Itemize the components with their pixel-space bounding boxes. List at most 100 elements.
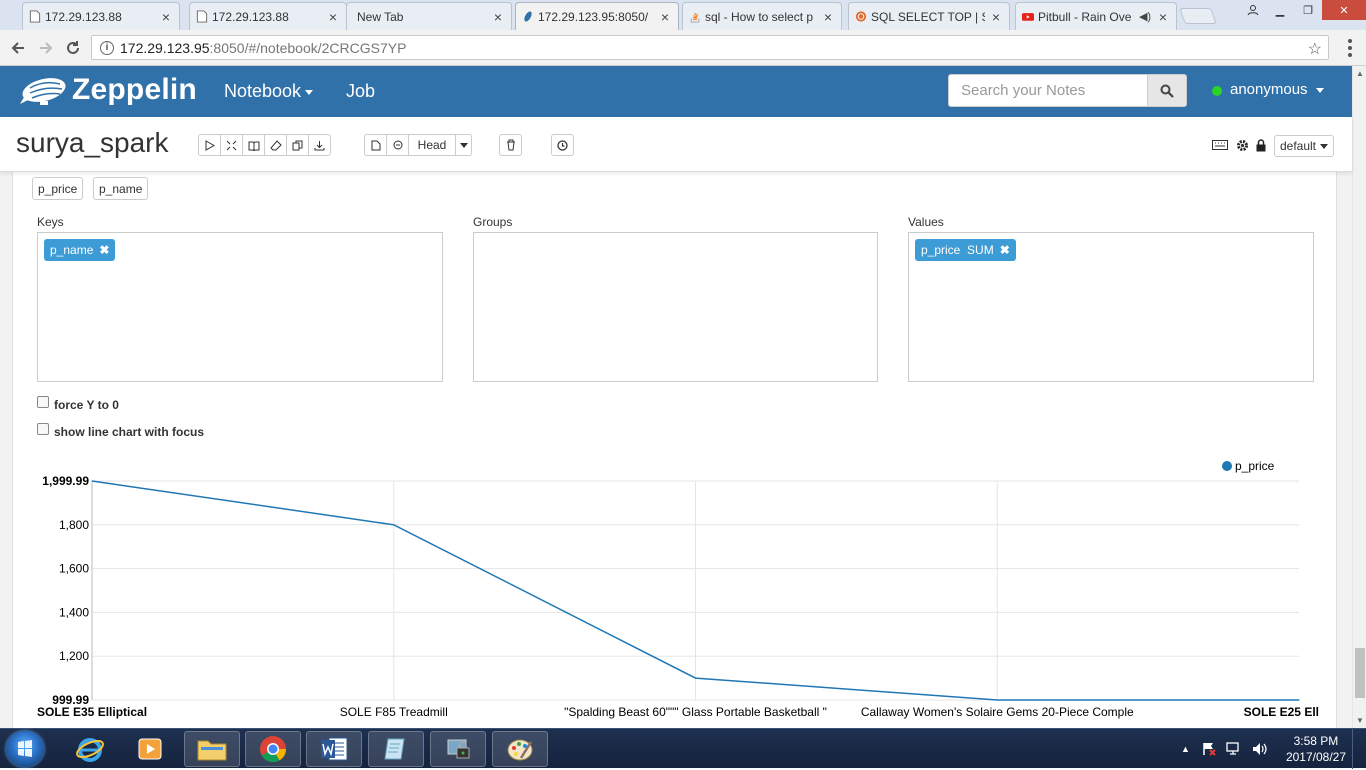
keyboard-icon[interactable]: [1212, 140, 1228, 150]
clone-button[interactable]: [286, 134, 309, 156]
caret-down-icon: [1320, 143, 1329, 149]
close-icon[interactable]: ×: [326, 9, 340, 25]
bookmark-star-icon[interactable]: ☆: [1308, 39, 1322, 59]
download-icon: [314, 140, 325, 150]
internet-explorer-icon[interactable]: [62, 731, 118, 767]
scroll-down-icon[interactable]: ▼: [1356, 716, 1364, 725]
revision-button[interactable]: [386, 134, 409, 156]
browser-menu-icon[interactable]: [1342, 39, 1358, 57]
user-name: anonymous: [1230, 81, 1308, 98]
job-menu[interactable]: Job: [346, 81, 375, 102]
trash-icon: [506, 139, 515, 151]
interpreter-label: default: [1279, 139, 1317, 153]
back-icon[interactable]: [7, 37, 29, 59]
close-icon[interactable]: ×: [989, 9, 1003, 25]
windows-taskbar: ▲ 3:58 PM 2017/08/27: [0, 728, 1366, 769]
commit-button[interactable]: [364, 134, 387, 156]
line-chart[interactable]: 999.991,2001,4001,6001,8001,999.99SOLE E…: [13, 172, 1338, 728]
notebook-header: surya_spark Head default: [0, 117, 1352, 172]
zeppelin-logo-icon[interactable]: [16, 74, 68, 110]
forward-icon[interactable]: [35, 37, 57, 59]
paragraph: p_price p_name Keys Groups Values p_name…: [12, 172, 1337, 728]
vpn-icon[interactable]: [430, 731, 486, 767]
x-tick-label: Callaway Women's Solaire Gems 20-Piece C…: [861, 705, 1134, 719]
browser-tab[interactable]: 172.29.123.88 ×: [22, 2, 180, 30]
zeppelin-navbar: Zeppelin Notebook Job Search your Notes …: [0, 66, 1352, 117]
delete-notebook-button[interactable]: [499, 134, 522, 156]
window-controls: ▁ ❐ ✕: [1240, 0, 1366, 20]
gear-icon[interactable]: [1236, 139, 1249, 152]
tab-title: 172.29.123.88: [212, 9, 289, 24]
hide-output-button[interactable]: [242, 134, 265, 156]
file-explorer-icon[interactable]: [184, 731, 240, 767]
close-icon[interactable]: ×: [658, 9, 672, 25]
x-tick-label: "Spalding Beast 60""" Glass Portable Bas…: [564, 705, 827, 719]
browser-tab[interactable]: New Tab ×: [346, 2, 512, 30]
browser-tab[interactable]: Pitbull - Rain Ove ◀) ×: [1015, 2, 1177, 30]
new-tab-button[interactable]: [1179, 8, 1217, 24]
window-close-icon[interactable]: ✕: [1322, 0, 1366, 20]
search-button[interactable]: [1147, 74, 1187, 107]
export-button[interactable]: [308, 134, 331, 156]
browser-tab[interactable]: 172.29.123.88 ×: [189, 2, 347, 30]
y-tick-label: 1,999.99: [42, 474, 89, 488]
notebook-menu[interactable]: Notebook: [224, 81, 314, 102]
show-desktop-button[interactable]: [1352, 729, 1366, 769]
scrollbar-thumb[interactable]: [1355, 648, 1365, 698]
youtube-icon: [1022, 13, 1034, 21]
notebook-menu-label: Notebook: [224, 81, 302, 101]
browser-tab[interactable]: sql - How to select p ×: [682, 2, 842, 30]
action-center-icon[interactable]: [1202, 742, 1216, 756]
notes-icon[interactable]: [368, 731, 424, 767]
revision-dropdown-button[interactable]: [455, 134, 472, 156]
user-menu[interactable]: anonymous: [1230, 81, 1324, 98]
document-icon: [29, 10, 41, 23]
system-clock[interactable]: 3:58 PM 2017/08/27: [1286, 733, 1346, 765]
show-hidden-icons[interactable]: ▲: [1181, 744, 1190, 754]
zeppelin-icon: [524, 11, 532, 22]
version-actions: Head: [364, 134, 472, 156]
lock-icon[interactable]: [1256, 139, 1266, 152]
chrome-icon[interactable]: [245, 731, 301, 767]
maximize-icon[interactable]: ❐: [1294, 0, 1322, 20]
close-icon[interactable]: ×: [159, 9, 173, 25]
info-icon[interactable]: i: [100, 40, 114, 55]
data-point: [695, 677, 696, 679]
browser-tab[interactable]: SQL SELECT TOP | S ×: [848, 2, 1010, 30]
search-input[interactable]: Search your Notes: [948, 74, 1148, 107]
tab-title: Pitbull - Rain Ove: [1038, 9, 1132, 24]
notebook-title[interactable]: surya_spark: [16, 127, 169, 159]
browser-tab-active[interactable]: 172.29.123.95:8050/ ×: [515, 2, 679, 30]
x-tick-label: SOLE E35 Elliptical: [37, 705, 147, 719]
network-icon[interactable]: [1226, 742, 1242, 756]
paint-icon[interactable]: [492, 731, 548, 767]
scroll-up-icon[interactable]: ▲: [1356, 69, 1364, 78]
start-button[interactable]: [6, 731, 44, 767]
schedule-button[interactable]: [551, 134, 574, 156]
address-bar[interactable]: i 172.29.123.95:8050/#/notebook/2CRCGS7Y…: [91, 35, 1329, 60]
media-player-icon[interactable]: [122, 731, 178, 767]
reload-icon[interactable]: [62, 37, 84, 59]
hide-code-button[interactable]: [220, 134, 243, 156]
clear-output-button[interactable]: [264, 134, 287, 156]
speaker-icon[interactable]: ◀): [1138, 10, 1152, 23]
zeppelin-brand[interactable]: Zeppelin: [72, 73, 197, 107]
tab-title: SQL SELECT TOP | S: [871, 9, 985, 24]
caret-down-icon: [459, 142, 468, 148]
interpreter-dropdown[interactable]: default: [1274, 135, 1334, 157]
word-icon[interactable]: [306, 731, 362, 767]
profile-icon[interactable]: [1240, 0, 1266, 20]
close-icon[interactable]: ×: [821, 9, 835, 25]
run-all-button[interactable]: [198, 134, 221, 156]
close-icon[interactable]: ×: [1156, 9, 1170, 25]
data-point: [996, 699, 998, 701]
page-scrollbar[interactable]: ▲ ▼: [1352, 66, 1366, 728]
stackoverflow-icon: [690, 12, 700, 23]
close-icon[interactable]: ×: [491, 9, 505, 25]
minimize-icon[interactable]: ▁: [1266, 0, 1294, 20]
data-point: [393, 524, 395, 526]
clock-time: 3:58 PM: [1293, 734, 1339, 748]
head-revision-button[interactable]: Head: [408, 134, 456, 156]
y-tick-label: 1,200: [59, 649, 89, 663]
volume-icon[interactable]: [1252, 742, 1268, 756]
